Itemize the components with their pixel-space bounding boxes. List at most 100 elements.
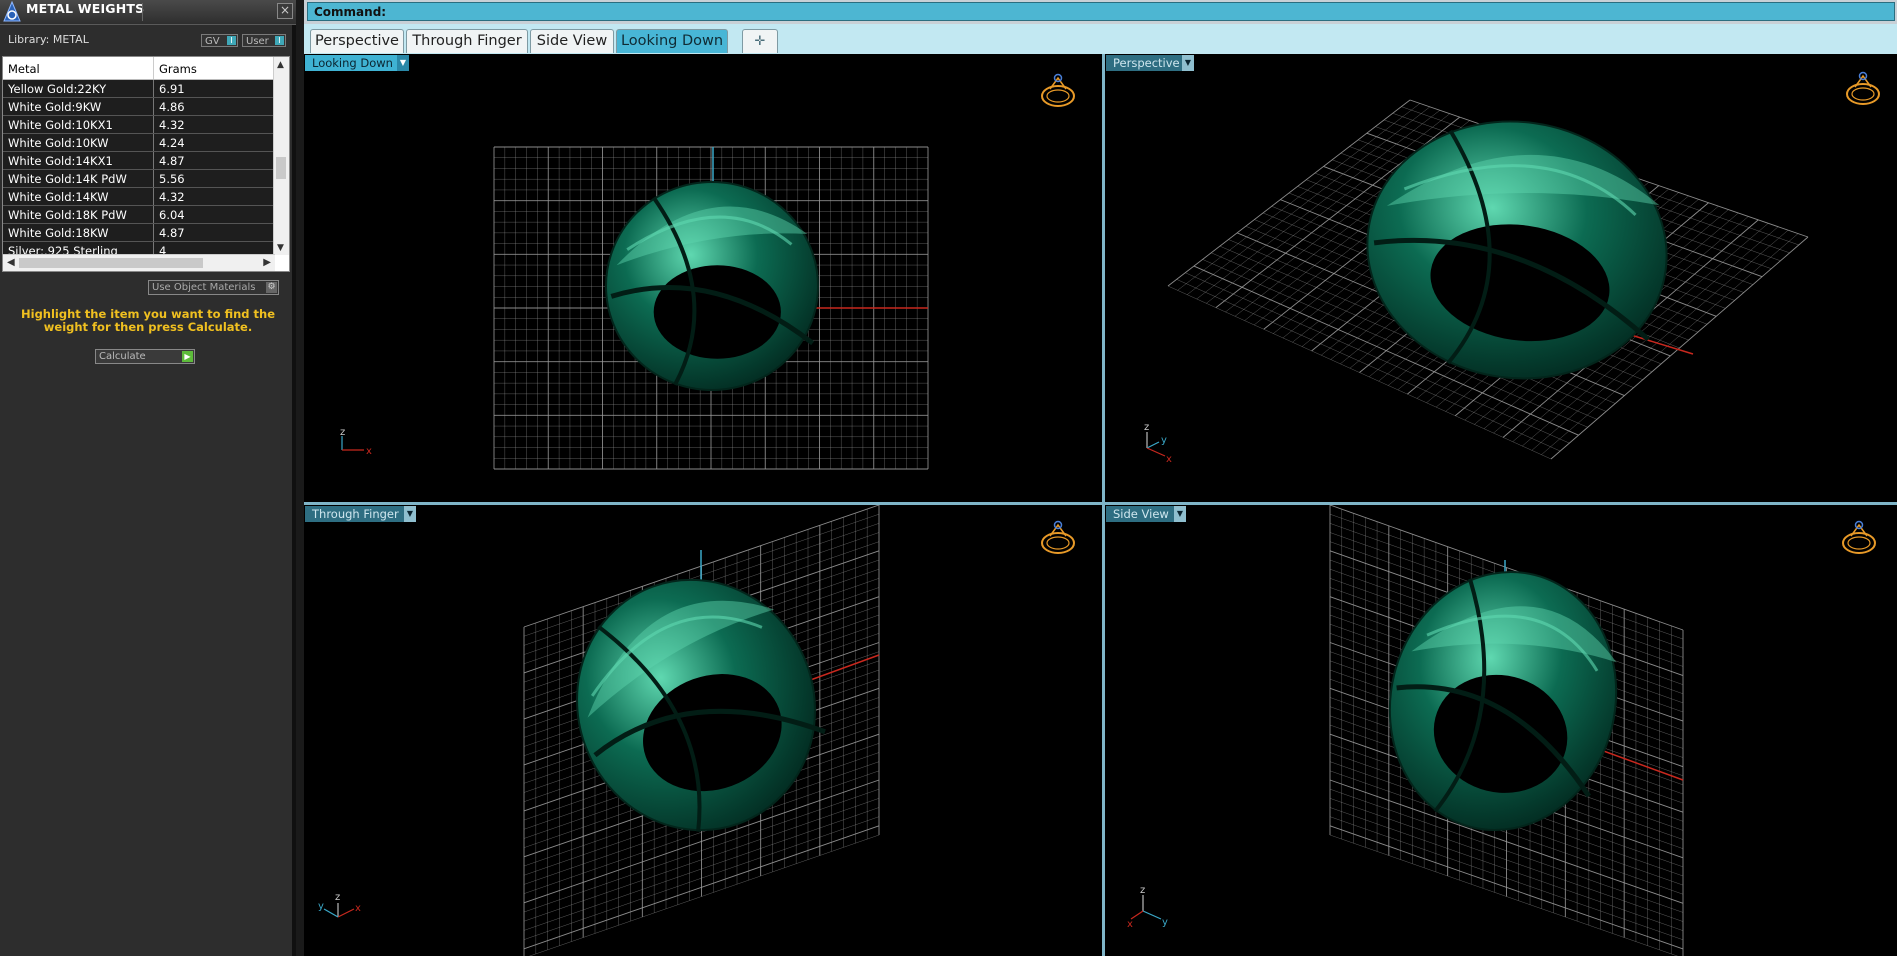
add-tab-icon[interactable]: ✛ [742,29,778,53]
calculate-button[interactable]: Calculate ▶ [95,349,195,364]
grams-cell: 4.87 [159,154,185,168]
scroll-right-icon[interactable]: ▶ [263,257,271,268]
ring-view-icon [1842,520,1876,554]
cell-divider [153,224,154,241]
table-row[interactable]: White Gold:14K PdW 5.56 [3,170,275,188]
viewport-label-text: Perspective [1113,56,1180,70]
command-bar: Command: [304,0,1897,24]
table-row[interactable]: White Gold:14KX1 4.87 [3,152,275,170]
command-label: Command: [314,5,387,19]
dropdown-icon[interactable]: ▼ [1182,55,1194,71]
viewport-label-through-finger[interactable]: Through Finger ▼ [305,506,416,522]
cell-divider [153,116,154,133]
close-icon[interactable]: × [277,3,293,19]
table-header: Metal Grams [3,57,275,80]
grams-cell: 6.91 [159,82,185,96]
instruction-text: Highlight the item you want to find the … [21,307,275,334]
cell-divider [153,170,154,187]
table-row[interactable]: Yellow Gold:22KY 6.91 [3,80,275,98]
vertical-scroll-thumb[interactable] [276,157,286,179]
metal-cell: White Gold:14KX1 [8,154,113,168]
viewport-label-perspective[interactable]: Perspective ▼ [1106,55,1194,71]
scene-through-finger: z x y [318,505,1075,956]
command-input[interactable]: Command: [307,2,1895,21]
horizontal-scrollbar[interactable]: ◀ ▶ [3,254,275,271]
titlebar-divider [142,3,143,21]
gv-toggle-label: GV [205,36,220,47]
metal-weights-table[interactable]: Metal Grams Yellow Gold:22KY 6.91 White Go… [2,56,290,272]
cell-divider [153,152,154,169]
grams-cell: 4.32 [159,118,185,132]
metal-cell: White Gold:18KW [8,226,109,240]
axis-gizmo-icon: z x y [318,892,361,918]
library-label: Library: METAL [8,33,89,46]
grams-cell: 4.86 [159,100,185,114]
gv-toggle[interactable]: GV I [201,34,238,47]
cell-divider [153,98,154,115]
tab-side-view[interactable]: Side View [530,29,614,53]
metal-cell: White Gold:10KW [8,136,109,150]
svg-text:x: x [1166,454,1172,465]
tab-through-finger[interactable]: Through Finger [406,29,528,53]
viewport-perspective[interactable]: z yx Perspective ▼ [1105,54,1897,502]
tab-perspective[interactable]: Perspective [310,29,404,53]
column-divider[interactable] [153,57,154,79]
grams-cell: 5.56 [159,172,185,186]
svg-text:z: z [1140,885,1145,896]
scroll-left-icon[interactable]: ◀ [7,257,15,268]
metal-cell: White Gold:9KW [8,100,102,114]
scroll-down-icon[interactable]: ▼ [277,243,284,253]
svg-text:y: y [1161,435,1167,446]
tab-looking-down[interactable]: Looking Down [616,29,728,53]
table-row[interactable]: White Gold:10KX1 4.32 [3,116,275,134]
dropdown-icon[interactable]: ▼ [397,55,409,71]
viewport-looking-down[interactable]: zx Looking Down ▼ [304,54,1102,502]
svg-text:y: y [1162,917,1168,928]
gv-indicator-icon: I [227,36,236,45]
ring-model [605,181,819,391]
column-header-grams[interactable]: Grams [159,62,197,76]
table-row[interactable]: White Gold:9KW 4.86 [3,98,275,116]
viewport-through-finger[interactable]: z x y Through Finger ▼ [304,505,1102,956]
svg-text:z: z [1144,422,1149,433]
table-row[interactable]: White Gold:10KW 4.24 [3,134,275,152]
viewport-label-side-view[interactable]: Side View ▼ [1106,506,1186,522]
panel-title: METAL WEIGHTS [26,1,145,16]
user-toggle[interactable]: User I [242,34,286,47]
dropdown-icon[interactable]: ▼ [1174,506,1186,522]
grams-cell: 4.32 [159,190,185,204]
metal-cell: White Gold:10KX1 [8,118,113,132]
ring-view-icon [1041,73,1075,107]
scene-perspective: z yx [1144,71,1880,465]
ring-model [1388,570,1618,832]
cell-divider [153,188,154,205]
grams-cell: 4.87 [159,226,185,240]
horizontal-scroll-thumb[interactable] [19,258,203,268]
viewport-label-text: Side View [1113,507,1169,521]
scroll-up-icon[interactable]: ▲ [277,60,284,70]
user-indicator-icon: I [275,36,284,45]
table-row[interactable]: White Gold:18KW 4.87 [3,224,275,242]
tab-label: Perspective [315,33,399,49]
ring-model [1366,120,1668,380]
vertical-scrollbar[interactable]: ▲ ▼ [273,57,289,255]
viewport-label-looking-down[interactable]: Looking Down ▼ [305,55,409,71]
scene-looking-down: zx [340,73,1075,470]
axis-gizmo-icon: zx [340,427,372,457]
axis-gizmo-icon: zyx [1127,885,1168,930]
column-header-metal[interactable]: Metal [8,62,40,76]
ring-view-icon [1041,520,1075,554]
table-row[interactable]: White Gold:14KW 4.32 [3,188,275,206]
use-object-materials-button[interactable]: Use Object Materials ⚙ [148,280,279,295]
metal-weights-panel: METAL WEIGHTS × Library: METAL GV I User… [0,0,296,956]
gear-icon: ⚙ [266,282,277,293]
table-body: Yellow Gold:22KY 6.91 White Gold:9KW 4.86 Wh… [3,80,275,260]
viewport-label-text: Through Finger [312,507,399,521]
axis-gizmo-icon: z yx [1144,422,1172,465]
viewport-label-text: Looking Down [312,56,393,70]
cell-divider [153,134,154,151]
dropdown-icon[interactable]: ▼ [404,506,416,522]
viewport-side-view[interactable]: z y x Side View ▼ [1105,505,1897,956]
ring-view-icon [1846,71,1880,105]
table-row[interactable]: White Gold:18K PdW 6.04 [3,206,275,224]
